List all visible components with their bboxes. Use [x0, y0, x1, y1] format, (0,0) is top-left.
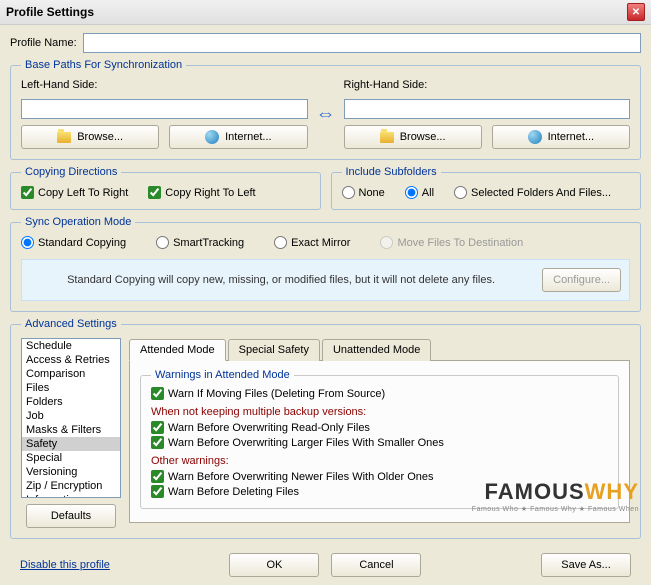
include-subfolders-legend: Include Subfolders	[342, 166, 441, 178]
profile-name-input[interactable]	[83, 33, 641, 53]
sync-mode-legend: Sync Operation Mode	[21, 216, 135, 228]
sync-mode-info-text: Standard Copying will copy new, missing,…	[30, 274, 532, 286]
sync-mode-info: Standard Copying will copy new, missing,…	[21, 259, 630, 301]
configure-button: Configure...	[542, 268, 621, 292]
left-path-input[interactable]	[21, 99, 308, 119]
close-icon: ✕	[632, 7, 640, 18]
copying-directions-legend: Copying Directions	[21, 166, 121, 178]
profile-name-label: Profile Name:	[10, 37, 77, 49]
cancel-button[interactable]: Cancel	[331, 553, 421, 577]
left-internet-button[interactable]: Internet...	[169, 125, 307, 149]
advanced-settings-group: Advanced Settings ScheduleAccess & Retri…	[10, 318, 641, 539]
advanced-item-information[interactable]: Information	[22, 493, 120, 498]
save-as-button[interactable]: Save As...	[541, 553, 631, 577]
right-path-input[interactable]	[344, 99, 631, 119]
attended-mode-panel: Warnings in Attended Mode Warn If Moving…	[129, 361, 630, 523]
mode-move-radio: Move Files To Destination	[380, 236, 523, 249]
right-side-label: Right-Hand Side:	[344, 79, 631, 91]
warn-larger-checkbox[interactable]: Warn Before Overwriting Larger Files Wit…	[151, 436, 608, 449]
warn-newer-checkbox[interactable]: Warn Before Overwriting Newer Files With…	[151, 470, 608, 483]
sync-arrow-icon: ⇔	[316, 103, 336, 126]
warn-moving-checkbox[interactable]: Warn If Moving Files (Deleting From Sour…	[151, 387, 608, 400]
tab-attended-mode[interactable]: Attended Mode	[129, 339, 226, 361]
base-paths-legend: Base Paths For Synchronization	[21, 59, 186, 71]
tab-special-safety[interactable]: Special Safety	[228, 339, 320, 361]
right-internet-button[interactable]: Internet...	[492, 125, 630, 149]
advanced-settings-legend: Advanced Settings	[21, 318, 121, 330]
sync-mode-group: Sync Operation Mode Standard Copying Sma…	[10, 216, 641, 312]
subfolders-all-radio[interactable]: All	[405, 186, 434, 199]
other-section-label: Other warnings:	[151, 455, 608, 467]
advanced-item-schedule[interactable]: Schedule	[22, 339, 120, 353]
advanced-item-safety[interactable]: Safety	[22, 437, 120, 451]
warnings-group: Warnings in Attended Mode Warn If Moving…	[140, 369, 619, 509]
folder-icon	[380, 132, 394, 143]
warn-deleting-checkbox[interactable]: Warn Before Deleting Files	[151, 485, 608, 498]
ok-button[interactable]: OK	[229, 553, 319, 577]
advanced-item-files[interactable]: Files	[22, 381, 120, 395]
globe-icon	[528, 130, 542, 144]
footer-row: Disable this profile OK Cancel Save As..…	[10, 545, 641, 577]
disable-profile-link[interactable]: Disable this profile	[20, 559, 110, 571]
advanced-item-comparison[interactable]: Comparison	[22, 367, 120, 381]
mode-standard-radio[interactable]: Standard Copying	[21, 236, 126, 249]
advanced-item-special[interactable]: Special	[22, 451, 120, 465]
warnings-legend: Warnings in Attended Mode	[151, 369, 294, 381]
right-browse-button[interactable]: Browse...	[344, 125, 482, 149]
advanced-item-zip-encryption[interactable]: Zip / Encryption	[22, 479, 120, 493]
subfolders-none-radio[interactable]: None	[342, 186, 385, 199]
subfolders-selected-radio[interactable]: Selected Folders And Files...	[454, 186, 611, 199]
warn-readonly-checkbox[interactable]: Warn Before Overwriting Read-Only Files	[151, 421, 608, 434]
advanced-item-masks-filters[interactable]: Masks & Filters	[22, 423, 120, 437]
include-subfolders-group: Include Subfolders None All Selected Fol…	[331, 166, 642, 210]
defaults-button[interactable]: Defaults	[26, 504, 116, 528]
advanced-item-folders[interactable]: Folders	[22, 395, 120, 409]
left-side-label: Left-Hand Side:	[21, 79, 308, 91]
advanced-item-access-retries[interactable]: Access & Retries	[22, 353, 120, 367]
advanced-item-versioning[interactable]: Versioning	[22, 465, 120, 479]
profile-name-row: Profile Name:	[10, 33, 641, 53]
titlebar: Profile Settings ✕	[0, 0, 651, 25]
advanced-category-list[interactable]: ScheduleAccess & RetriesComparisonFilesF…	[21, 338, 121, 498]
backup-section-label: When not keeping multiple backup version…	[151, 406, 608, 418]
mode-smart-radio[interactable]: SmartTracking	[156, 236, 244, 249]
window-title: Profile Settings	[6, 5, 94, 19]
advanced-tabs: Attended ModeSpecial SafetyUnattended Mo…	[129, 338, 630, 361]
globe-icon	[205, 130, 219, 144]
folder-icon	[57, 132, 71, 143]
close-button[interactable]: ✕	[627, 3, 645, 21]
base-paths-group: Base Paths For Synchronization Left-Hand…	[10, 59, 641, 160]
left-browse-button[interactable]: Browse...	[21, 125, 159, 149]
tab-unattended-mode[interactable]: Unattended Mode	[322, 339, 431, 361]
mode-exact-radio[interactable]: Exact Mirror	[274, 236, 350, 249]
copy-rtl-checkbox[interactable]: Copy Right To Left	[148, 186, 255, 199]
copy-ltr-checkbox[interactable]: Copy Left To Right	[21, 186, 128, 199]
copying-directions-group: Copying Directions Copy Left To Right Co…	[10, 166, 321, 210]
advanced-item-job[interactable]: Job	[22, 409, 120, 423]
